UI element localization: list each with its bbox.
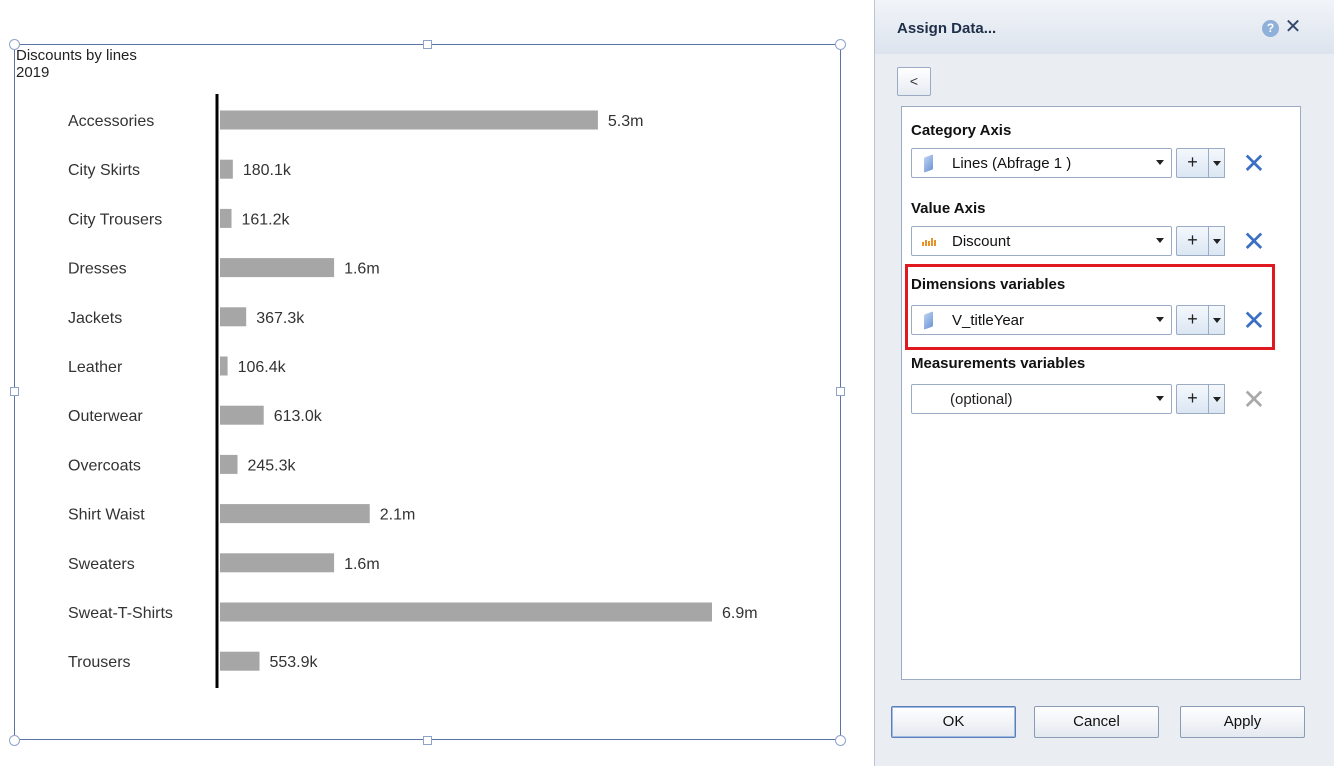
assign-data-dialog: Assign Data... ? ✕ < Category Axis Lines… [874, 0, 1334, 766]
value-label: 2.1m [380, 507, 416, 524]
value-label: 5.3m [608, 113, 644, 130]
value-label: 553.9k [269, 654, 318, 671]
category-axis-value: Lines (Abfrage 1 ) [952, 155, 1072, 172]
category-label: Accessories [68, 113, 154, 130]
ok-button[interactable]: OK [891, 706, 1016, 738]
value-axis-add-button[interactable]: + [1176, 226, 1209, 256]
measurements-variables-add-button[interactable]: + [1176, 384, 1209, 414]
value-label: 245.3k [247, 457, 296, 474]
category-axis-remove-icon[interactable]: ✕ [1241, 150, 1267, 178]
back-button[interactable]: < [897, 67, 931, 96]
dimension-icon [924, 154, 933, 173]
dimensions-variables-add-button[interactable]: + [1176, 305, 1209, 335]
value-axis-add-dropdown[interactable] [1209, 226, 1225, 256]
cancel-button[interactable]: Cancel [1034, 706, 1159, 738]
bar [220, 159, 233, 179]
value-axis-select[interactable]: Discount [911, 226, 1172, 256]
bar [220, 504, 370, 524]
help-icon[interactable]: ? [1262, 20, 1279, 37]
category-label: Shirt Waist [68, 507, 145, 524]
value-axis-value: Discount [952, 233, 1011, 250]
bar [220, 553, 335, 573]
bar [220, 208, 232, 228]
measure-icon [922, 238, 937, 246]
category-label: Sweat-T-Shirts [68, 605, 173, 622]
category-axis-label: Category Axis [911, 122, 1012, 139]
value-label: 613.0k [274, 408, 323, 425]
dimensions-variables-select[interactable]: V_titleYear [911, 305, 1172, 335]
bar [220, 651, 260, 671]
value-label: 106.4k [238, 359, 287, 376]
value-label: 367.3k [256, 310, 305, 327]
value-label: 161.2k [241, 211, 290, 228]
dimensions-variables-remove-icon[interactable]: ✕ [1241, 307, 1267, 335]
value-label: 6.9m [722, 605, 758, 622]
category-label: Overcoats [68, 457, 141, 474]
bar-chart: Accessories 5.3m City Skirts 180.1k City Tro… [68, 94, 758, 688]
value-axis-label: Value Axis [911, 200, 986, 217]
bar [220, 356, 228, 376]
category-label: Jackets [68, 310, 122, 327]
measurements-variables-value: (optional) [950, 391, 1013, 408]
chevron-down-icon [1156, 160, 1164, 165]
category-axis-select[interactable]: Lines (Abfrage 1 ) [911, 148, 1172, 178]
measurements-variables-add-dropdown[interactable] [1209, 384, 1225, 414]
bar [220, 602, 712, 622]
close-icon[interactable]: ✕ [1283, 17, 1303, 37]
value-label: 1.6m [344, 261, 380, 278]
bar [220, 110, 598, 130]
category-label: Sweaters [68, 556, 135, 573]
bar [220, 258, 335, 278]
bar [220, 454, 238, 474]
measurements-variables-label: Measurements variables [911, 355, 1086, 372]
dimensions-variables-value: V_titleYear [952, 312, 1024, 329]
category-label: Outerwear [68, 408, 143, 425]
category-label: City Skirts [68, 162, 140, 179]
dimensions-variables-add-dropdown[interactable] [1209, 305, 1225, 335]
apply-button[interactable]: Apply [1180, 706, 1305, 738]
category-label: Leather [68, 359, 123, 376]
category-axis-add-dropdown[interactable] [1209, 148, 1225, 178]
value-axis-remove-icon[interactable]: ✕ [1241, 228, 1267, 256]
dimensions-variables-label: Dimensions variables [911, 276, 1066, 293]
dialog-title: Assign Data... [897, 20, 997, 37]
chevron-down-icon [1156, 396, 1164, 401]
value-label: 180.1k [243, 162, 292, 179]
bar [220, 405, 264, 425]
category-axis-add-button[interactable]: + [1176, 148, 1209, 178]
category-label: Trousers [68, 654, 131, 671]
category-label: Dresses [68, 261, 127, 278]
value-label: 1.6m [344, 556, 380, 573]
chevron-down-icon [1156, 317, 1164, 322]
dimension-icon [924, 311, 933, 330]
category-label: City Trousers [68, 211, 162, 228]
measurements-variables-remove-icon: ✕ [1242, 384, 1266, 415]
measurements-variables-select[interactable]: (optional) [911, 384, 1172, 414]
chevron-down-icon [1156, 238, 1164, 243]
bar [220, 307, 247, 327]
dialog-header: Assign Data... ? ✕ [875, 0, 1334, 54]
